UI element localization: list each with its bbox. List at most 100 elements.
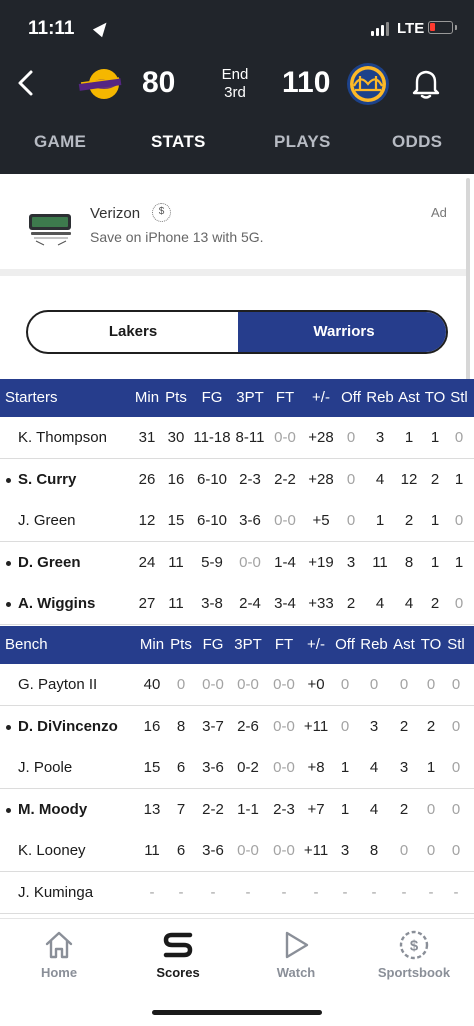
stat-cell: 2-3	[239, 470, 261, 488]
stat-cell: 0	[451, 759, 461, 777]
player-row[interactable]: S. Curry 26 16 6-10 2-3 2-2 +28 0 4 12 2 1	[0, 458, 474, 501]
player-row[interactable]: J. Green 12 15 6-10 3-6 0-0 +5 0 1 2 1 0	[0, 500, 474, 543]
stat-cell: 3-4	[274, 595, 296, 613]
away-score: 80	[142, 66, 176, 99]
stat-cell: 0-0	[239, 553, 261, 571]
game-status-quarter: 3rd	[224, 84, 246, 101]
back-icon[interactable]	[12, 68, 42, 98]
stat-cell: 0	[451, 842, 461, 860]
game-status: End 3rd	[210, 66, 260, 102]
phone-ad-image	[29, 214, 71, 246]
on-court-dot-icon	[6, 724, 11, 730]
ad-sponsor: Verizon	[90, 205, 141, 222]
nav-home-label: Home	[40, 965, 78, 980]
nav-watch-label: Watch	[276, 965, 316, 980]
lakers-logo-icon	[78, 69, 122, 99]
on-court-dot-icon	[6, 807, 11, 813]
stat-cell: 2-2	[202, 800, 224, 818]
player-row[interactable]: K. Looney 11 6 3-6 0-0 0-0 +11 3 8 0 0 0	[0, 830, 474, 873]
tab-stats[interactable]: STATS	[151, 132, 206, 152]
stat-cell: 3-6	[202, 842, 224, 860]
ad-banner[interactable]: Verizon $ Save on iPhone 13 with 5G. Ad	[0, 178, 466, 276]
player-name[interactable]: M. Moody	[18, 801, 87, 818]
column-header[interactable]: FG	[193, 636, 233, 653]
stat-cell: 0-0	[274, 512, 296, 530]
nav-sportsbook[interactable]: $ Sportsbook	[369, 929, 459, 980]
on-court-dot-icon	[6, 602, 11, 608]
stat-cell: 5-9	[201, 553, 223, 571]
bell-icon[interactable]	[409, 66, 443, 100]
stat-cell: 1-4	[274, 553, 296, 571]
scores-icon	[163, 932, 193, 958]
tab-odds[interactable]: ODDS	[392, 132, 442, 152]
player-row[interactable]: D. DiVincenzo 16 8 3-7 2-6 0-0 +11 0 3 2 2 0	[0, 705, 474, 748]
player-name[interactable]: J. Kuminga	[18, 884, 93, 901]
player-name[interactable]: D. DiVincenzo	[18, 718, 118, 735]
nav-scores[interactable]: Scores	[133, 929, 223, 980]
stat-cell: 11	[168, 553, 184, 571]
column-header[interactable]: Pts	[156, 389, 196, 406]
nav-watch[interactable]: Watch	[251, 929, 341, 980]
column-header[interactable]: 3PT	[228, 636, 268, 653]
game-header: 11:11 LTE 80 End 3rd 110 GAME STATS PLAY…	[0, 0, 474, 174]
column-header[interactable]: FG	[192, 389, 232, 406]
stat-cell: 2-4	[239, 595, 261, 613]
sportsbook-icon: $	[399, 930, 429, 960]
player-name[interactable]: D. Green	[18, 554, 81, 571]
stat-cell: 0-0	[237, 676, 259, 693]
play-icon	[285, 931, 309, 959]
stat-cell: 6-10	[196, 512, 228, 530]
nav-home[interactable]: Home	[14, 929, 104, 980]
status-bar: 11:11 LTE	[0, 0, 474, 56]
player-name[interactable]: J. Poole	[18, 759, 72, 776]
team-toggle-warriors[interactable]: Warriors	[238, 312, 446, 352]
team-toggle-lakers[interactable]: Lakers	[28, 312, 238, 352]
player-name[interactable]: K. Thompson	[18, 429, 107, 446]
column-header[interactable]: FT	[265, 389, 305, 406]
column-header[interactable]: 3PT	[230, 389, 270, 406]
column-header[interactable]: Stl	[436, 636, 474, 653]
stat-cell: 1-1	[237, 800, 259, 818]
stat-cell: 15	[167, 512, 185, 530]
stat-cell: 6-10	[196, 470, 228, 488]
stat-cell: 0-0	[274, 429, 296, 446]
network-label: LTE	[397, 20, 425, 37]
stat-cell: 0	[454, 512, 464, 530]
sponsored-coin-icon: $	[152, 203, 171, 222]
stat-cell: 11	[168, 595, 184, 613]
player-row[interactable]: J. Kuminga - - - - - - - - - - -	[0, 872, 474, 914]
stat-cell: 3-6	[202, 759, 224, 777]
player-row[interactable]: J. Poole 15 6 3-6 0-2 0-0 +8 1 4 3 1 0	[0, 747, 474, 790]
stat-cell: 0	[451, 717, 461, 735]
tab-game[interactable]: GAME	[34, 132, 86, 152]
location-arrow-icon	[92, 18, 112, 38]
player-name[interactable]: G. Payton II	[18, 676, 97, 693]
player-name[interactable]: K. Looney	[18, 842, 86, 859]
player-name[interactable]: J. Green	[18, 512, 76, 529]
player-name[interactable]: S. Curry	[18, 471, 76, 488]
stat-cell: 3-6	[239, 512, 261, 530]
signal-icon	[371, 22, 391, 36]
tab-plays[interactable]: PLAYS	[274, 132, 331, 152]
stat-cell: 0-0	[202, 676, 224, 693]
status-time: 11:11	[28, 18, 75, 39]
on-court-dot-icon	[6, 560, 11, 566]
player-name[interactable]: A. Wiggins	[18, 595, 95, 612]
stat-cell: 0-2	[237, 759, 259, 777]
player-row[interactable]: M. Moody 13 7 2-2 1-1 2-3 +7 1 4 2 0 0	[0, 788, 474, 831]
battery-icon	[428, 21, 453, 34]
player-row[interactable]: K. Thompson 31 30 11-18 8-11 0-0 +28 0 3 1 1 0	[0, 417, 474, 459]
stat-cell: 0	[454, 595, 464, 613]
home-icon	[45, 931, 73, 959]
stat-cell: 30	[167, 429, 185, 446]
column-header[interactable]: Stl	[439, 389, 474, 406]
player-row[interactable]: G. Payton II 40 0 0-0 0-0 0-0 +0 0 0 0 0 0	[0, 664, 474, 706]
stat-cell: 8-11	[235, 429, 265, 446]
stat-cell: 2-6	[237, 717, 259, 735]
bench-header: Bench Min Pts FG 3PT FT +/- Off Reb Ast TO Stl	[0, 626, 474, 664]
stat-cell: 0	[451, 800, 461, 818]
player-row[interactable]: D. Green 24 11 5-9 0-0 1-4 +19 3 11 8 1 1	[0, 541, 474, 584]
home-indicator[interactable]	[152, 1010, 322, 1015]
stat-cell: -	[453, 884, 459, 901]
player-row[interactable]: A. Wiggins 27 11 3-8 2-4 3-4 +33 2 4 4 2 0	[0, 583, 474, 626]
